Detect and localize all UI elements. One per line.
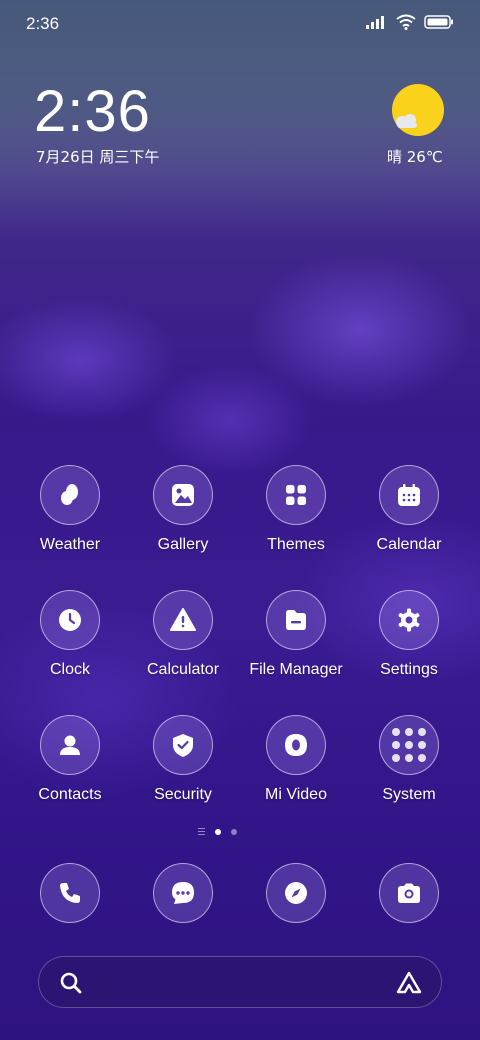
dock-browser[interactable] xyxy=(266,863,326,923)
gallery-icon xyxy=(153,465,213,525)
dock-phone[interactable] xyxy=(40,863,100,923)
assistant-icon[interactable] xyxy=(395,971,423,995)
calendar-icon xyxy=(379,465,439,525)
app-label: Calendar xyxy=(376,536,442,553)
mi-video-icon xyxy=(266,715,326,775)
dock-camera[interactable] xyxy=(379,863,439,923)
file-manager-icon xyxy=(266,590,326,650)
app-clock[interactable]: Clock xyxy=(15,590,125,679)
signal-icon xyxy=(366,16,384,29)
page-dot xyxy=(231,828,237,835)
dock-messages[interactable] xyxy=(153,863,213,923)
clock-widget-time[interactable]: 2:36 xyxy=(34,78,151,145)
calculator-icon xyxy=(153,590,213,650)
app-label: Weather xyxy=(39,536,101,553)
status-time: 2:36 xyxy=(26,14,60,33)
security-icon xyxy=(153,715,213,775)
app-label: Contacts xyxy=(38,786,102,803)
app-file-manager[interactable]: File Manager xyxy=(241,590,351,679)
clock-widget-date: 7月26日 周三下午 xyxy=(36,148,160,166)
app-drawer-indicator-icon xyxy=(198,828,205,835)
search-bar[interactable] xyxy=(38,956,442,1008)
wifi-icon xyxy=(396,14,416,30)
app-settings[interactable]: Settings xyxy=(354,590,464,679)
app-themes[interactable]: Themes xyxy=(241,465,351,554)
battery-icon xyxy=(424,15,453,29)
app-calculator[interactable]: Calculator xyxy=(128,590,238,679)
app-mi-video[interactable]: Mi Video xyxy=(241,715,351,804)
settings-icon xyxy=(379,590,439,650)
phone-icon xyxy=(40,863,100,923)
app-gallery[interactable]: Gallery xyxy=(128,465,238,554)
app-label: Mi Video xyxy=(265,786,327,803)
clock-icon xyxy=(40,590,100,650)
messages-icon xyxy=(153,863,213,923)
app-system-folder[interactable]: System xyxy=(354,715,464,804)
app-label: Settings xyxy=(380,661,438,678)
page-dot-active xyxy=(215,828,221,835)
app-label: Clock xyxy=(49,661,90,678)
app-calendar[interactable]: Calendar xyxy=(354,465,464,554)
cloud-icon xyxy=(396,114,417,128)
themes-icon xyxy=(266,465,326,525)
app-security[interactable]: Security xyxy=(128,715,238,804)
weather-widget-text: 晴 26℃ xyxy=(387,148,443,166)
app-contacts[interactable]: Contacts xyxy=(15,715,125,804)
app-label: Gallery xyxy=(157,536,209,553)
status-icons xyxy=(366,14,454,30)
browser-compass-icon xyxy=(266,863,326,923)
app-label: File Manager xyxy=(249,661,343,678)
app-label: Security xyxy=(154,786,212,803)
app-weather[interactable]: Weather xyxy=(15,465,125,554)
app-label: Themes xyxy=(267,536,325,553)
camera-icon xyxy=(379,863,439,923)
page-indicator[interactable] xyxy=(198,828,237,835)
weather-icon xyxy=(40,465,100,525)
system-folder-icon xyxy=(379,715,439,775)
contacts-icon xyxy=(40,715,100,775)
status-bar: 2:36 xyxy=(0,0,480,50)
search-icon[interactable] xyxy=(59,971,83,995)
app-label: System xyxy=(382,786,436,803)
app-label: Calculator xyxy=(146,661,220,678)
